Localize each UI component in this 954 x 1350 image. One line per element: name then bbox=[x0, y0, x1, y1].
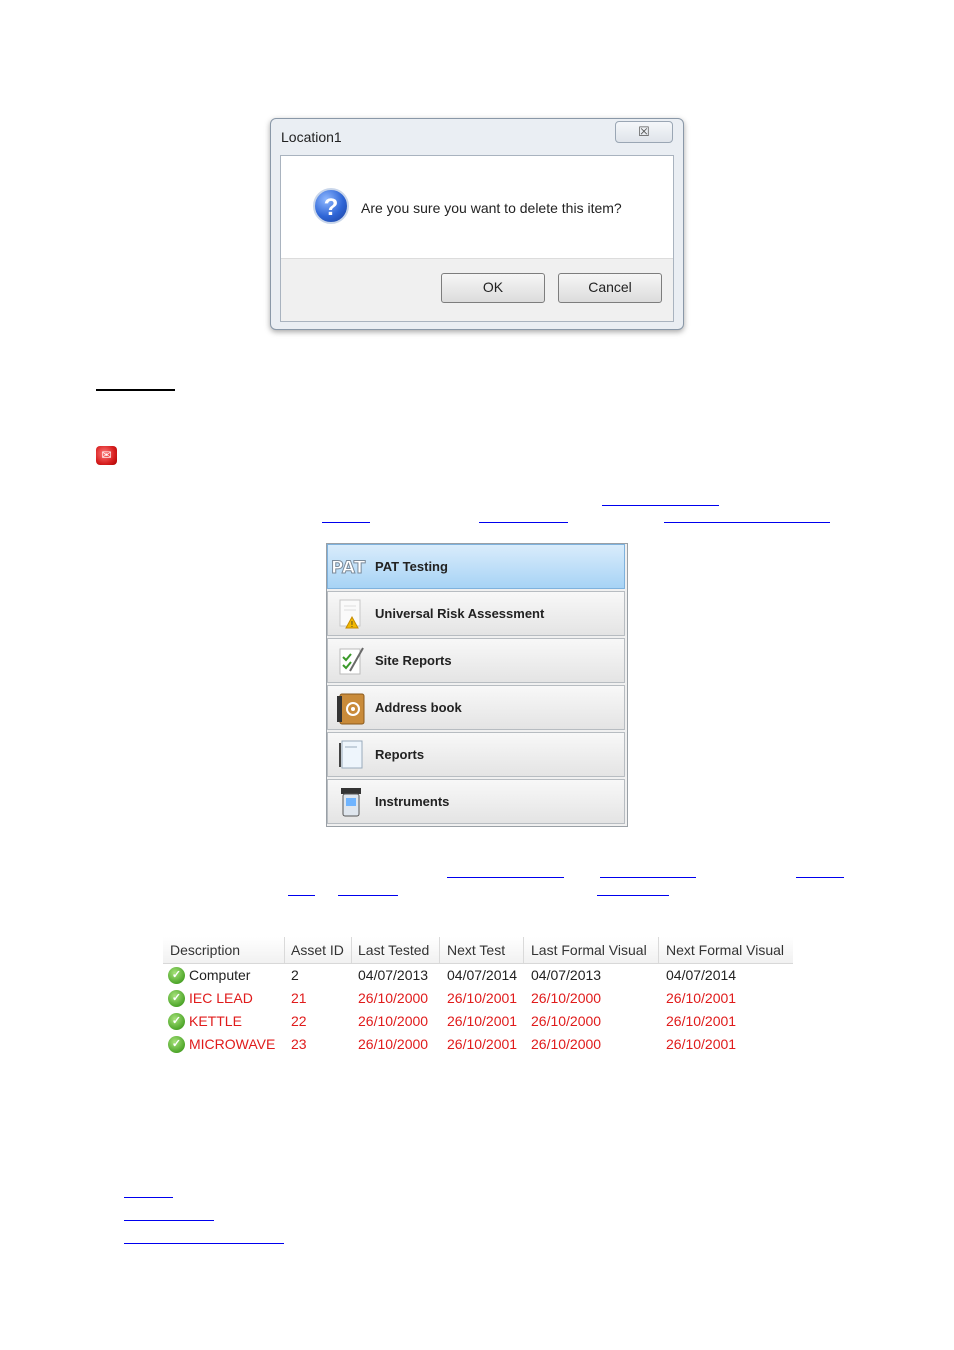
delete-confirm-dialog: Location1 ☒ ? Are you sure you want to d… bbox=[270, 118, 684, 330]
column-separator bbox=[439, 937, 440, 963]
link-underline[interactable] bbox=[124, 1220, 214, 1221]
cell-description: Computer bbox=[189, 967, 251, 983]
column-separator bbox=[284, 937, 285, 963]
cell-next-test: 26/10/2001 bbox=[447, 1013, 518, 1029]
column-header[interactable]: Asset ID bbox=[291, 942, 344, 958]
dialog-title: Location1 bbox=[281, 129, 342, 145]
site-reports-icon bbox=[334, 645, 368, 677]
cell-asset-id: 23 bbox=[291, 1036, 307, 1052]
check-icon: ✓ bbox=[168, 967, 185, 984]
main-menu: PAT PAT Testing ! Universal Risk Assessm… bbox=[326, 543, 628, 827]
menu-item-label: Address book bbox=[375, 700, 462, 715]
cell-last-visual: 26/10/2000 bbox=[531, 1036, 602, 1052]
cell-last-visual: 04/07/2013 bbox=[531, 967, 602, 983]
dialog-body: ? Are you sure you want to delete this i… bbox=[280, 155, 674, 322]
column-separator bbox=[351, 937, 352, 963]
menu-item-label: Reports bbox=[375, 747, 425, 762]
column-header[interactable]: Description bbox=[170, 942, 240, 958]
instruments-icon bbox=[334, 786, 368, 818]
menu-item-pat-testing[interactable]: PAT PAT Testing bbox=[327, 544, 625, 589]
section-heading-underline bbox=[96, 389, 175, 391]
table-header: Description Asset ID Last Tested Next Te… bbox=[163, 937, 793, 964]
link-underline[interactable] bbox=[796, 877, 844, 878]
link-underline[interactable] bbox=[124, 1197, 173, 1198]
column-header[interactable]: Last Formal Visual bbox=[531, 942, 647, 958]
menu-item-label: Universal Risk Assessment bbox=[375, 606, 545, 621]
cell-description: IEC LEAD bbox=[189, 990, 253, 1006]
check-icon: ✓ bbox=[168, 1036, 185, 1053]
cancel-button[interactable]: Cancel bbox=[558, 273, 662, 303]
menu-item-label: Instruments bbox=[375, 794, 450, 809]
cell-last-tested: 26/10/2000 bbox=[358, 1013, 429, 1029]
menu-item-universal-risk-assessment[interactable]: ! Universal Risk Assessment bbox=[327, 591, 625, 636]
link-underline[interactable] bbox=[447, 877, 564, 878]
dialog-message: Are you sure you want to delete this ite… bbox=[361, 200, 622, 216]
cell-asset-id: 21 bbox=[291, 990, 307, 1006]
cell-description: KETTLE bbox=[189, 1013, 242, 1029]
cell-next-test: 26/10/2001 bbox=[447, 1036, 518, 1052]
menu-item-site-reports[interactable]: Site Reports bbox=[327, 638, 625, 683]
link-underline[interactable] bbox=[288, 895, 315, 896]
cell-asset-id: 22 bbox=[291, 1013, 307, 1029]
pat-logo-icon: PAT bbox=[330, 558, 366, 579]
cell-description: MICROWAVE bbox=[189, 1036, 276, 1052]
cell-last-tested: 04/07/2013 bbox=[358, 967, 429, 983]
cell-next-visual: 26/10/2001 bbox=[666, 1036, 737, 1052]
close-icon[interactable]: ☒ bbox=[615, 121, 673, 143]
link-underline[interactable] bbox=[602, 505, 719, 506]
column-header[interactable]: Last Tested bbox=[358, 942, 429, 958]
cell-last-tested: 26/10/2000 bbox=[358, 1036, 429, 1052]
cell-next-visual: 26/10/2001 bbox=[666, 990, 737, 1006]
address-book-icon bbox=[334, 692, 368, 725]
cell-last-visual: 26/10/2000 bbox=[531, 990, 602, 1006]
link-underline[interactable] bbox=[124, 1243, 284, 1244]
svg-text:!: ! bbox=[350, 620, 353, 629]
risk-assessment-icon: ! bbox=[334, 598, 368, 630]
cell-last-visual: 26/10/2000 bbox=[531, 1013, 602, 1029]
cell-next-test: 26/10/2001 bbox=[447, 990, 518, 1006]
dialog-footer: OK Cancel bbox=[281, 258, 673, 321]
column-header[interactable]: Next Test bbox=[447, 942, 505, 958]
menu-item-label: PAT Testing bbox=[375, 559, 448, 574]
column-header[interactable]: Next Formal Visual bbox=[666, 942, 784, 958]
table-row[interactable]: ✓ MICROWAVE 23 26/10/2000 26/10/2001 26/… bbox=[163, 1033, 793, 1056]
column-separator bbox=[523, 937, 524, 963]
link-underline[interactable] bbox=[597, 895, 669, 896]
menu-item-label: Site Reports bbox=[375, 653, 452, 668]
link-underline[interactable] bbox=[479, 522, 568, 523]
ok-button[interactable]: OK bbox=[441, 273, 545, 303]
reports-icon bbox=[334, 739, 368, 771]
check-icon: ✓ bbox=[168, 990, 185, 1007]
link-underline[interactable] bbox=[664, 522, 830, 523]
cell-next-visual: 04/07/2014 bbox=[666, 967, 737, 983]
cell-next-visual: 26/10/2001 bbox=[666, 1013, 737, 1029]
question-icon: ? bbox=[313, 188, 349, 224]
link-underline[interactable] bbox=[600, 877, 696, 878]
menu-item-reports[interactable]: Reports bbox=[327, 732, 625, 777]
cell-next-test: 04/07/2014 bbox=[447, 967, 518, 983]
menu-item-address-book[interactable]: Address book bbox=[327, 685, 625, 730]
menu-item-instruments[interactable]: Instruments bbox=[327, 779, 625, 824]
column-separator bbox=[658, 937, 659, 963]
table-row[interactable]: ✓ KETTLE 22 26/10/2000 26/10/2001 26/10/… bbox=[163, 1010, 793, 1033]
table-row[interactable]: ✓ IEC LEAD 21 26/10/2000 26/10/2001 26/1… bbox=[163, 987, 793, 1010]
warning-note-icon: ✉ bbox=[96, 446, 117, 465]
table-row[interactable]: ✓ Computer 2 04/07/2013 04/07/2014 04/07… bbox=[163, 964, 793, 987]
link-underline[interactable] bbox=[322, 522, 370, 523]
cell-last-tested: 26/10/2000 bbox=[358, 990, 429, 1006]
check-icon: ✓ bbox=[168, 1013, 185, 1030]
link-underline[interactable] bbox=[338, 895, 398, 896]
cell-asset-id: 2 bbox=[291, 967, 299, 983]
